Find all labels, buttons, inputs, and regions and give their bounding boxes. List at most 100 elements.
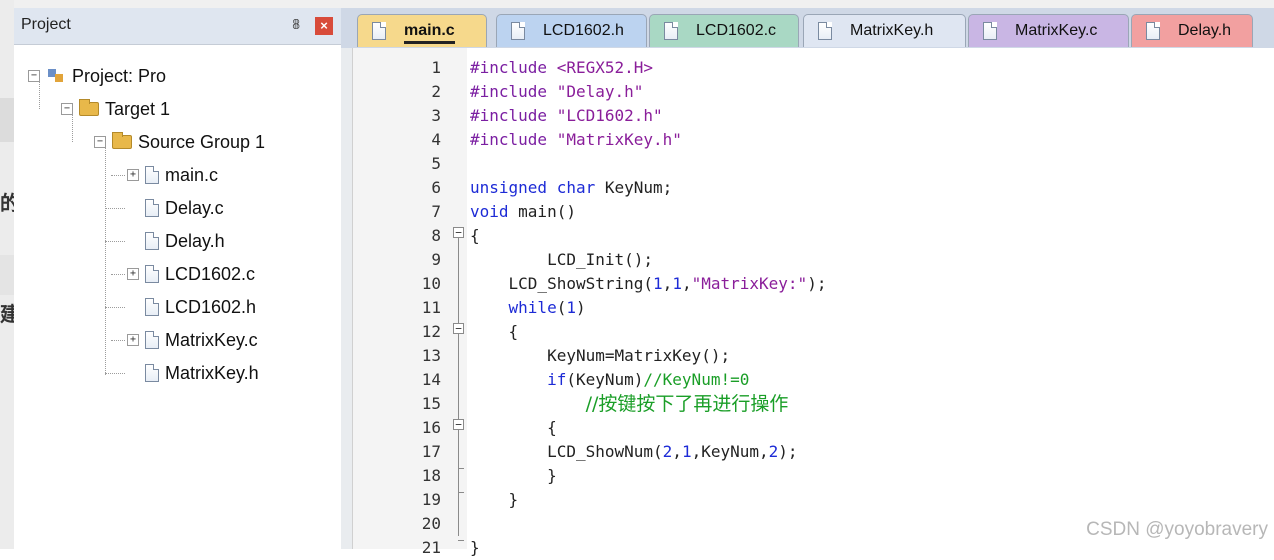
code-line: 15 //按键按下了再进行操作 <box>341 392 1274 416</box>
pin-icon[interactable]: 𝟠 <box>292 17 300 33</box>
tree-item-label: MatrixKey.c <box>165 329 258 350</box>
tree-item-source-group[interactable]: − Source Group 1 <box>94 130 265 154</box>
expand-icon[interactable]: + <box>127 169 139 181</box>
code-token: ); <box>778 442 798 461</box>
tree-item-file[interactable]: + MatrixKey.c <box>127 328 258 352</box>
tab-lcd1602-c[interactable]: LCD1602.c <box>649 14 799 47</box>
code-token: KeyNum; <box>595 178 673 197</box>
code-token: 1 <box>566 298 576 317</box>
code-line: 6 unsigned char KeyNum; <box>341 176 1274 200</box>
line-number: 15 <box>421 394 441 413</box>
watermark: CSDN @yoyobravery <box>1086 519 1268 540</box>
tree-connector <box>105 307 125 308</box>
code-text: } <box>470 488 519 512</box>
tree-item-project[interactable]: − Project: Pro <box>28 64 166 88</box>
file-icon <box>145 166 159 184</box>
code-token: { <box>470 226 480 245</box>
tree-item-file[interactable]: Delay.c <box>127 196 224 220</box>
file-icon <box>145 265 159 283</box>
code-line: 12 { <box>341 320 1274 344</box>
line-number: 21 <box>421 538 441 557</box>
project-panel-title: Project <box>21 16 71 33</box>
code-token: #include <box>470 82 557 101</box>
tab-label: Delay.h <box>1178 22 1232 39</box>
code-line: 17 LCD_ShowNum(2,1,KeyNum,2); <box>341 440 1274 464</box>
code-line: 3 #include "LCD1602.h" <box>341 104 1274 128</box>
code-token: //按键按下了再进行操作 <box>585 393 789 415</box>
code-line: 2 #include "Delay.h" <box>341 80 1274 104</box>
file-icon <box>145 298 159 316</box>
fold-collapse-icon[interactable]: − <box>453 323 464 334</box>
tab-main-c[interactable]: main.c <box>357 14 487 47</box>
code-token: { <box>470 322 519 341</box>
code-token: ,KeyNum, <box>691 442 769 461</box>
code-text: LCD_ShowString(1,1,"MatrixKey:"); <box>470 272 827 296</box>
expand-icon[interactable]: + <box>127 334 139 346</box>
line-number: 8 <box>431 226 441 245</box>
fold-end-marker <box>458 540 464 541</box>
code-token: 1 <box>653 274 663 293</box>
code-text: void main() <box>470 200 576 224</box>
tree-item-file[interactable]: + LCD1602.c <box>127 262 255 286</box>
collapse-icon[interactable]: − <box>28 70 40 82</box>
code-token: ); <box>807 274 827 293</box>
code-text: } <box>470 464 557 488</box>
tree-item-file[interactable]: + main.c <box>127 163 218 187</box>
tree-item-label: main.c <box>165 164 219 185</box>
line-number: 12 <box>421 322 441 341</box>
code-line: 5 <box>341 152 1274 176</box>
fold-collapse-icon[interactable]: − <box>453 419 464 430</box>
code-token: LCD_ShowNum( <box>470 442 663 461</box>
close-icon[interactable]: × <box>315 17 333 35</box>
project-panel-header: Project 𝟠 × <box>14 8 341 45</box>
collapse-icon[interactable]: − <box>94 136 106 148</box>
file-icon <box>1146 22 1160 40</box>
code-text: LCD_Init(); <box>470 248 653 272</box>
line-number: 6 <box>431 178 441 197</box>
tree-item-target[interactable]: − Target 1 <box>61 97 170 121</box>
code-line: 11 while(1) <box>341 296 1274 320</box>
tree-item-file[interactable]: Delay.h <box>127 229 225 253</box>
code-token: ( <box>556 298 567 317</box>
tree-connector <box>111 175 125 176</box>
line-number: 5 <box>431 154 441 173</box>
code-token: #include <box>470 58 557 77</box>
tab-lcd1602-h[interactable]: LCD1602.h <box>496 14 647 47</box>
code-token: unsigned char <box>470 178 596 197</box>
fold-collapse-icon[interactable]: − <box>453 227 464 238</box>
code-token: } <box>470 490 519 509</box>
line-number: 16 <box>421 418 441 437</box>
tree-item-label: LCD1602.h <box>165 296 257 317</box>
tab-matrixkey-c[interactable]: MatrixKey.c <box>968 14 1129 47</box>
code-token: 2 <box>662 442 673 461</box>
expand-icon[interactable]: + <box>127 268 139 280</box>
code-line: 9 LCD_Init(); <box>341 248 1274 272</box>
line-number: 18 <box>421 466 441 485</box>
tree-item-file[interactable]: LCD1602.h <box>127 295 256 319</box>
adjacent-window-text: 建 <box>0 304 14 326</box>
tab-delay-h[interactable]: Delay.h <box>1131 14 1253 47</box>
code-token: KeyNum=MatrixKey(); <box>470 346 731 365</box>
line-number: 11 <box>421 298 441 317</box>
line-number: 1 <box>431 58 441 77</box>
code-text: KeyNum=MatrixKey(); <box>470 344 730 368</box>
code-line: 1 #include <REGX52.H> <box>341 56 1274 80</box>
fold-end-marker <box>458 492 464 493</box>
collapse-icon[interactable]: − <box>61 103 73 115</box>
code-editor[interactable]: 1 #include <REGX52.H> 2 #include "Delay.h" 3… <box>341 48 1274 557</box>
tab-matrixkey-h[interactable]: MatrixKey.h <box>803 14 966 47</box>
tree-item-file[interactable]: MatrixKey.h <box>127 361 259 385</box>
line-number: 13 <box>421 346 441 365</box>
code-token: <REGX52.H> <box>556 58 654 77</box>
code-token: , <box>662 274 673 293</box>
code-token: void <box>470 202 509 221</box>
tree-item-label: Source Group 1 <box>138 131 266 152</box>
code-line: 10 LCD_ShowString(1,1,"MatrixKey:"); <box>341 272 1274 296</box>
code-text: #include "LCD1602.h" <box>470 104 663 128</box>
code-token: } <box>470 538 480 557</box>
code-text: #include <REGX52.H> <box>470 56 653 80</box>
tree-item-label: Project: Pro <box>72 65 167 86</box>
tree-connector <box>111 340 125 341</box>
